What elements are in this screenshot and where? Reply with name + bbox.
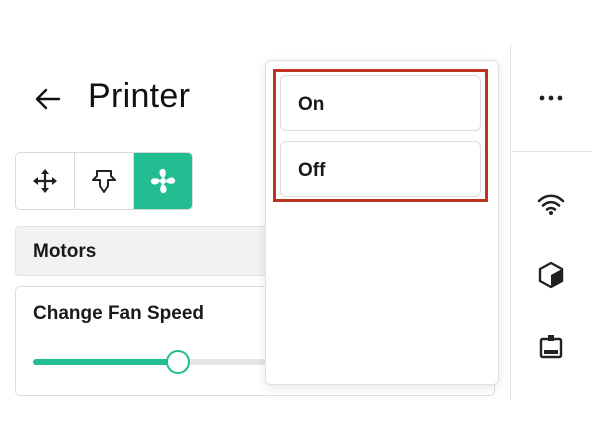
- printer-plate-icon: [539, 335, 563, 359]
- more-icon: [539, 95, 563, 101]
- move-icon: [33, 169, 57, 193]
- option-on-label: On: [298, 94, 325, 115]
- wifi-button[interactable]: [536, 190, 566, 220]
- sidebar-separator: [511, 151, 592, 152]
- extruder-button[interactable]: [75, 153, 134, 209]
- fan-icon: [150, 168, 176, 194]
- printer-plate-button[interactable]: [536, 332, 566, 362]
- fan-button[interactable]: [134, 153, 192, 209]
- option-off-label: Off: [298, 160, 326, 181]
- tool-selector: [15, 152, 193, 210]
- wifi-icon: [537, 194, 565, 215]
- cube-icon: [538, 261, 564, 289]
- option-off[interactable]: Off: [280, 141, 481, 197]
- page-title: Printer: [88, 77, 191, 115]
- fan-dropdown-menu: On Off: [265, 60, 499, 385]
- printer-app: Printer Motors Change Fan Speed On Off: [0, 0, 592, 444]
- fan-speed-slider[interactable]: [33, 349, 283, 375]
- more-options-button[interactable]: [536, 83, 566, 113]
- cube-button[interactable]: [536, 260, 566, 290]
- sidebar-divider: [510, 44, 511, 400]
- option-on[interactable]: On: [280, 75, 481, 131]
- motors-section[interactable]: Motors: [15, 226, 283, 276]
- extruder-icon: [92, 170, 116, 193]
- arrow-left-icon: [35, 88, 61, 110]
- back-button[interactable]: [32, 84, 62, 114]
- move-button[interactable]: [16, 153, 75, 209]
- slider-fill: [33, 359, 178, 365]
- slider-thumb[interactable]: [166, 350, 190, 374]
- fan-speed-title: Change Fan Speed: [33, 303, 205, 324]
- motors-label: Motors: [33, 241, 97, 262]
